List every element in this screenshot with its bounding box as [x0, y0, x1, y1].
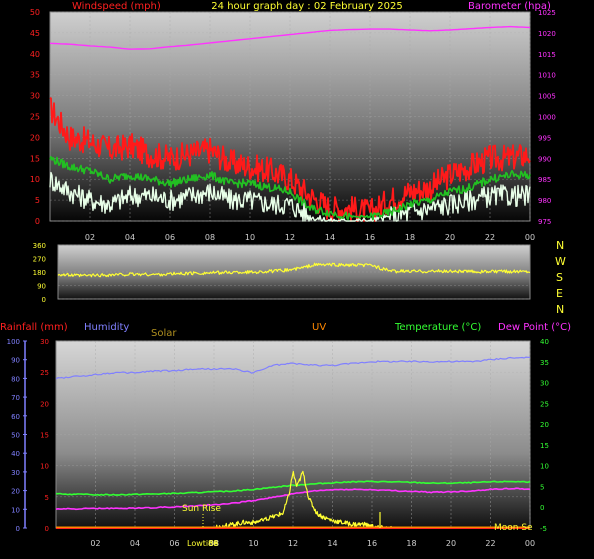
bottom-x-tick-label: 16 [367, 539, 377, 548]
top-x-tick-label: 10 [245, 233, 255, 242]
panel-direction-axes: 360 270 180 90 0 [33, 242, 46, 304]
weather-graph: 02 04 06 08 10 12 14 16 18 20 22 00 50 45 40 35 30 25 20 15… [0, 0, 594, 555]
humidity-y-tick-label: 30 [11, 469, 20, 477]
wind-y-tick-label: 50 [30, 8, 40, 17]
top-x-tick-label: 22 [485, 233, 495, 242]
top-x-tick-label: 04 [125, 233, 135, 242]
bottom-x-tick-label: 12 [288, 539, 298, 548]
humidity-y-tick-label: 80 [11, 375, 20, 383]
rain-y-tick-label: 5 [45, 494, 49, 502]
temp-y-tick-label: 5 [540, 483, 544, 491]
moonset-annotation: Moon Se [494, 523, 533, 533]
wind-y-tick-label: 40 [30, 50, 40, 59]
weather-chart-canvas: 02 04 06 08 10 12 14 16 18 20 22 005045403530252015… [0, 1, 571, 548]
wind-y-tick-label: 5 [35, 196, 40, 205]
temp-y-tick-label: 10 [540, 463, 549, 471]
bottom-x-tick-label: 00 [525, 539, 535, 548]
humidity-axis-label: Humidity [84, 322, 129, 333]
top-x-tick-label: 16 [365, 233, 375, 242]
bottom-x-tick-label: 10 [248, 539, 258, 548]
rain-y-tick-label: 30 [40, 338, 49, 346]
baro-y-tick-label: 1010 [538, 72, 556, 80]
direction-y-tick-label: 360 [33, 242, 46, 250]
dewpoint-axis-label: Dew Point (°C) [498, 322, 571, 333]
temp-y-tick-label: 20 [540, 421, 549, 429]
top-x-tick-label: 14 [325, 233, 335, 242]
solar-axis-label: Solar [151, 328, 177, 339]
compass-east: E [556, 287, 563, 300]
baro-y-tick-label: 1020 [538, 30, 556, 38]
direction-y-tick-label: 0 [42, 296, 46, 304]
panel-top-title: 24 hour graph day : 02 February 2025 [211, 1, 402, 12]
humidity-y-tick-label: 90 [11, 357, 20, 365]
temp-y-tick-label: 35 [540, 359, 549, 367]
wind-y-tick-label: 20 [30, 133, 40, 142]
rain-y-tick-label: 0 [45, 525, 49, 533]
humidity-y-tick-label: 10 [11, 506, 20, 514]
baro-y-tick-label: 980 [538, 197, 551, 205]
baro-y-tick-label: 985 [538, 176, 551, 184]
lowtide-value: 88 [208, 539, 218, 548]
wind-y-tick-label: 30 [30, 92, 40, 101]
direction-y-tick-label: 180 [33, 269, 46, 277]
bottom-x-tick-label: 20 [446, 539, 456, 548]
top-x-tick-label: 00 [525, 233, 535, 242]
temp-y-tick-label: 40 [540, 338, 549, 346]
humidity-y-tick-label: 100 [7, 338, 20, 346]
wind-y-tick-label: 25 [30, 113, 40, 122]
baro-y-tick-label: 1000 [538, 114, 556, 122]
bottom-x-tick-label: 14 [327, 539, 337, 548]
humidity-y-tick-label: 50 [11, 432, 20, 440]
baro-y-tick-label: 1005 [538, 93, 556, 101]
rain-y-tick-label: 10 [40, 463, 49, 471]
temp-y-tick-label: 0 [540, 504, 544, 512]
humidity-y-tick-label: 0 [16, 525, 20, 533]
bottom-x-tick-label: 18 [406, 539, 416, 548]
baro-y-tick-label: 995 [538, 134, 551, 142]
compass-north-bottom: N [556, 303, 564, 316]
bottom-x-tick-label: 22 [485, 539, 495, 548]
wind-y-tick-label: 35 [30, 71, 40, 80]
wind-y-tick-label: 15 [30, 154, 40, 163]
uv-axis-label: UV [312, 322, 326, 333]
top-x-tick-label: 12 [285, 233, 295, 242]
bottom-x-tick-label: 04 [130, 539, 140, 548]
temp-y-tick-label: -5 [540, 525, 547, 533]
humidity-y-tick-label: 60 [11, 413, 20, 421]
bottom-x-tick-label: 02 [90, 539, 100, 548]
humidity-y-tick-label: 70 [11, 394, 20, 402]
bottom-x-tick-label: 06 [169, 539, 179, 548]
rain-y-tick-label: 15 [40, 432, 49, 440]
direction-y-tick-label: 90 [37, 283, 46, 291]
baro-y-tick-label: 975 [538, 218, 551, 226]
wind-y-tick-label: 10 [30, 175, 40, 184]
rain-y-tick-label: 20 [40, 400, 49, 408]
temperature-axis-label: Temperature (°C) [394, 322, 481, 333]
humidity-y-tick-label: 20 [11, 488, 20, 496]
top-x-tick-label: 08 [205, 233, 215, 242]
top-x-tick-label: 06 [165, 233, 175, 242]
top-x-tick-label: 20 [445, 233, 455, 242]
wind-y-tick-label: 45 [30, 29, 40, 38]
baro-y-tick-label: 990 [538, 155, 551, 163]
temp-y-tick-label: 30 [540, 380, 549, 388]
top-x-tick-label: 02 [85, 233, 95, 242]
wind-y-tick-label: 0 [35, 217, 40, 226]
compass-west: W [555, 255, 566, 268]
top-x-tick-label: 18 [405, 233, 415, 242]
humidity-y-tick-label: 40 [11, 450, 20, 458]
barometer-axis-label: Barometer (hpa) [468, 1, 551, 12]
temp-y-tick-label: 15 [540, 442, 549, 450]
baro-y-tick-label: 1015 [538, 51, 556, 59]
compass-north-top: N [556, 239, 564, 252]
direction-y-tick-label: 270 [33, 256, 46, 264]
rain-y-tick-label: 25 [40, 369, 49, 377]
sunrise-annotation: Sun Rise [182, 504, 221, 514]
temp-y-tick-label: 25 [540, 400, 549, 408]
rainfall-axis-label: Rainfall (mm) [0, 322, 68, 333]
windspeed-axis-label: Windspeed (mph) [72, 1, 161, 12]
compass-south: S [556, 271, 563, 284]
